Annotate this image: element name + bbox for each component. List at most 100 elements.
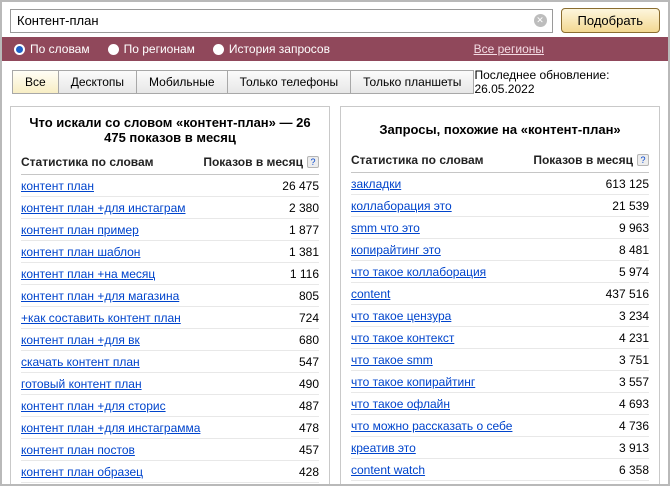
submit-button[interactable]: Подобрать	[561, 8, 660, 33]
query-link[interactable]: что такое smm	[351, 353, 433, 367]
query-link[interactable]: креатив это	[351, 441, 416, 455]
keyword-table: закладки 613 125 коллаборация это 21 539…	[351, 173, 649, 486]
query-link[interactable]: контент план образец	[21, 465, 143, 479]
query-link[interactable]: контент план +для сторис	[21, 399, 166, 413]
table-row: закладки 613 125	[351, 173, 649, 195]
keyword-table: контент план 26 475 контент план +для ин…	[21, 175, 319, 486]
query-link[interactable]: копирайтинг это	[351, 243, 441, 257]
shows-count: 2 380	[289, 201, 319, 215]
tab-desktops[interactable]: Десктопы	[58, 70, 137, 94]
query-link[interactable]: что такое контекст	[351, 331, 454, 345]
table-header: Статистика по словам Показов в месяц?	[351, 149, 649, 173]
tab-mobile[interactable]: Мобильные	[136, 70, 228, 94]
mode-label: По словам	[30, 42, 90, 56]
shows-count: 26 475	[282, 179, 319, 193]
table-row: готовый контент план 490	[21, 373, 319, 395]
query-link[interactable]: content watch	[351, 463, 425, 477]
help-icon[interactable]: ?	[307, 156, 319, 168]
shows-count: 1 877	[289, 223, 319, 237]
table-row: контент план шаблон 1 381	[21, 241, 319, 263]
query-link[interactable]: коллаборация это	[351, 199, 452, 213]
shows-count: 724	[299, 311, 319, 325]
table-row: контент план +для магазина 805	[21, 285, 319, 307]
shows-count: 805	[299, 289, 319, 303]
query-link[interactable]: content	[351, 287, 390, 301]
device-tabs-row: Все Десктопы Мобильные Только телефоны Т…	[2, 61, 668, 100]
radio-icon	[213, 44, 224, 55]
similar-queries-panel: Запросы, похожие на «контент-план» Стати…	[340, 106, 660, 486]
column-header-words: Статистика по словам	[351, 153, 484, 167]
search-box: ✕	[10, 9, 553, 33]
wordstat-page: ✕ Подобрать По словам По регионам Истори…	[0, 0, 670, 486]
shows-count: 437 516	[606, 287, 649, 301]
help-icon[interactable]: ?	[637, 154, 649, 166]
tab-tablets-only[interactable]: Только планшеты	[350, 70, 474, 94]
mode-by-words[interactable]: По словам	[14, 42, 90, 56]
shows-count: 4 231	[619, 331, 649, 345]
query-link[interactable]: контент план шаблон	[21, 245, 140, 259]
query-link[interactable]: контент план постов	[21, 443, 135, 457]
query-link[interactable]: smm что это	[351, 221, 420, 235]
tab-phones-only[interactable]: Только телефоны	[227, 70, 352, 94]
query-link[interactable]: контент план +для инстаграмма	[21, 421, 200, 435]
query-link[interactable]: что такое копирайтинг	[351, 375, 475, 389]
query-link[interactable]: контент план пример	[21, 223, 139, 237]
table-row: контент план пример 1 877	[21, 219, 319, 241]
query-link[interactable]: контент план +для инстаграм	[21, 201, 186, 215]
table-row: что такое офлайн 4 693	[351, 393, 649, 415]
clear-icon[interactable]: ✕	[534, 14, 547, 27]
device-tabs: Все Десктопы Мобильные Только телефоны Т…	[12, 70, 474, 94]
table-header: Статистика по словам Показов в месяц?	[21, 151, 319, 175]
shows-count: 5 974	[619, 265, 649, 279]
shows-count: 3 234	[619, 309, 649, 323]
table-row: smm что это 9 963	[351, 217, 649, 239]
shows-count: 457	[299, 443, 319, 457]
tab-all[interactable]: Все	[12, 70, 59, 94]
panel-title: Что искали со словом «контент-план» — 26…	[21, 113, 319, 151]
table-row: content watch 6 358	[351, 459, 649, 481]
table-row: что такое контекст 4 231	[351, 327, 649, 349]
table-row: коллаборация это 21 539	[351, 195, 649, 217]
query-link[interactable]: контент план +на месяц	[21, 267, 155, 281]
table-row: контент план +для сторис 487	[21, 395, 319, 417]
all-regions-link[interactable]: Все регионы	[474, 42, 544, 56]
searches-with-word-panel: Что искали со словом «контент-план» — 26…	[10, 106, 330, 486]
last-update: Последнее обновление: 26.05.2022	[474, 68, 658, 96]
table-row: что такое копирайтинг 3 557	[351, 371, 649, 393]
radio-selected-icon	[14, 44, 25, 55]
table-row: content 437 516	[351, 283, 649, 305]
shows-count: 478	[299, 421, 319, 435]
table-row: контент план 26 475	[21, 175, 319, 197]
table-row: что такое коллаборация 5 974	[351, 261, 649, 283]
shows-count: 8 481	[619, 243, 649, 257]
shows-count: 613 125	[606, 177, 649, 191]
shows-count: 490	[299, 377, 319, 391]
table-row: контент план +на месяц 1 116	[21, 263, 319, 285]
mode-bar: По словам По регионам История запросов В…	[2, 37, 668, 61]
query-link[interactable]: что такое коллаборация	[351, 265, 486, 279]
query-link[interactable]: что такое цензура	[351, 309, 451, 323]
shows-count: 1 381	[289, 245, 319, 259]
shows-count: 680	[299, 333, 319, 347]
shows-count: 3 913	[619, 441, 649, 455]
mode-history[interactable]: История запросов	[213, 42, 330, 56]
mode-label: По регионам	[124, 42, 195, 56]
shows-count: 4 736	[619, 419, 649, 433]
shows-count: 487	[299, 399, 319, 413]
query-link[interactable]: +как составить контент план	[21, 311, 181, 325]
query-link[interactable]: контент план	[21, 179, 94, 193]
table-row: контент план образец 428	[21, 461, 319, 483]
query-link[interactable]: что такое офлайн	[351, 397, 450, 411]
query-link[interactable]: скачать контент план	[21, 355, 140, 369]
table-row: что такое smm 3 751	[351, 349, 649, 371]
query-link[interactable]: что можно рассказать о себе	[351, 419, 512, 433]
mode-by-regions[interactable]: По регионам	[108, 42, 195, 56]
query-link[interactable]: готовый контент план	[21, 377, 142, 391]
shows-count: 1 116	[290, 267, 319, 281]
query-link[interactable]: контент план +для магазина	[21, 289, 179, 303]
query-link[interactable]: контент план +для вк	[21, 333, 140, 347]
panel-title: Запросы, похожие на «контент-план»	[351, 113, 649, 149]
table-row: что можно рассказать о себе 4 736	[351, 415, 649, 437]
search-input[interactable]	[10, 9, 553, 33]
query-link[interactable]: закладки	[351, 177, 401, 191]
